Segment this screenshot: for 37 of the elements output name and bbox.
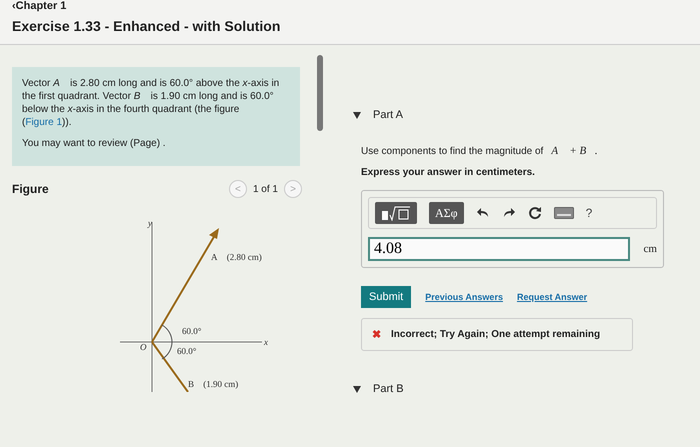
answer-field[interactable]: 4.08 — [368, 237, 630, 261]
radical-template-icon — [381, 205, 411, 221]
symbols-button[interactable]: ΑΣφ — [429, 202, 464, 224]
caret-icon[interactable] — [353, 111, 361, 119]
figure-heading: Figure — [12, 182, 49, 196]
part-title[interactable]: Part B — [373, 383, 404, 395]
unit-label: cm — [644, 243, 657, 255]
help-button[interactable]: ? — [586, 206, 592, 220]
vector-expression: A⃗ + B⃗. — [551, 145, 598, 157]
angle-label: 60.0° — [182, 326, 202, 336]
templates-button[interactable] — [375, 202, 417, 224]
review-text: You may want to review (Page) . — [22, 137, 167, 150]
keyboard-icon[interactable] — [554, 207, 574, 219]
caret-icon[interactable] — [353, 385, 361, 393]
request-answer-link[interactable]: Request Answer — [516, 292, 588, 302]
submit-button[interactable]: Submit — [361, 286, 412, 308]
chapter-link[interactable]: ‹Chapter 1 — [12, 0, 688, 12]
vector-b-label: B⃗ (1.90 cm) — [188, 379, 238, 389]
figure-counter: 1 of 1 — [252, 184, 278, 194]
problem-text: Vector A⃗ is 2.80 cm long and is 60.0° above the x-axis in the first quadrant. Vector B⃗ is 1.90 cm long and is 60.0° below the x-axis in the fourth quadrant (the figure (Figure 1)). — [22, 77, 280, 129]
part-title[interactable]: Part A — [373, 109, 403, 121]
figure-link[interactable]: Figure 1 — [25, 117, 62, 128]
y-axis-label: y — [148, 218, 152, 228]
question-text: Use components to find the magnitude of — [361, 146, 544, 156]
x-axis-label: x — [264, 337, 268, 347]
scrollbar[interactable] — [317, 55, 323, 131]
instruction-text: Express your answer in centimeters. — [361, 167, 536, 178]
exercise-title: Exercise 1.33 - Enhanced - with Solution — [12, 18, 282, 34]
previous-answers-link[interactable]: Previous Answers — [425, 292, 503, 302]
angle-label: 60.0° — [177, 346, 196, 356]
reset-icon[interactable] — [528, 206, 542, 220]
incorrect-icon: ✖ — [372, 328, 381, 341]
angle-arc — [162, 324, 172, 342]
vector-a-label: A⃗ (2.80 cm) — [211, 252, 262, 262]
feedback-text: Incorrect; Try Again; One attempt remaining — [391, 329, 600, 340]
angle-arc — [162, 342, 172, 360]
origin-label: O — [140, 342, 146, 352]
